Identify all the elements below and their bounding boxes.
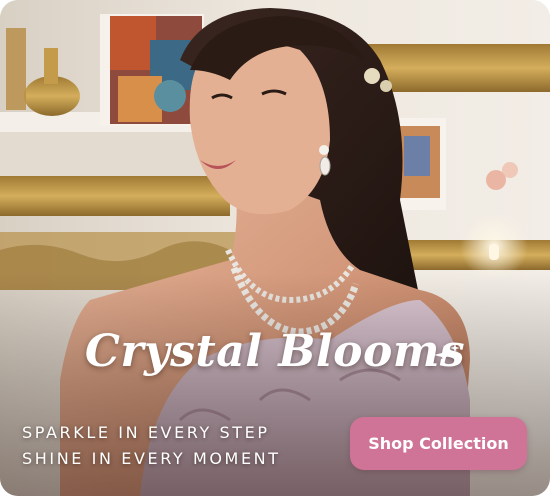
tagline-line-2: SHINE IN EVERY MOMENT: [22, 449, 281, 468]
shop-collection-button[interactable]: Shop Collection: [350, 417, 527, 470]
tagline: SPARKLE IN EVERY STEP SHINE IN EVERY MOM…: [22, 420, 281, 472]
sparkle-icon: [434, 343, 460, 365]
promo-banner[interactable]: Crystal Blooms SPARKLE IN EVERY STEP SHI…: [0, 0, 550, 496]
collection-title: Crystal Blooms: [84, 326, 466, 377]
tagline-line-1: SPARKLE IN EVERY STEP: [22, 423, 270, 442]
